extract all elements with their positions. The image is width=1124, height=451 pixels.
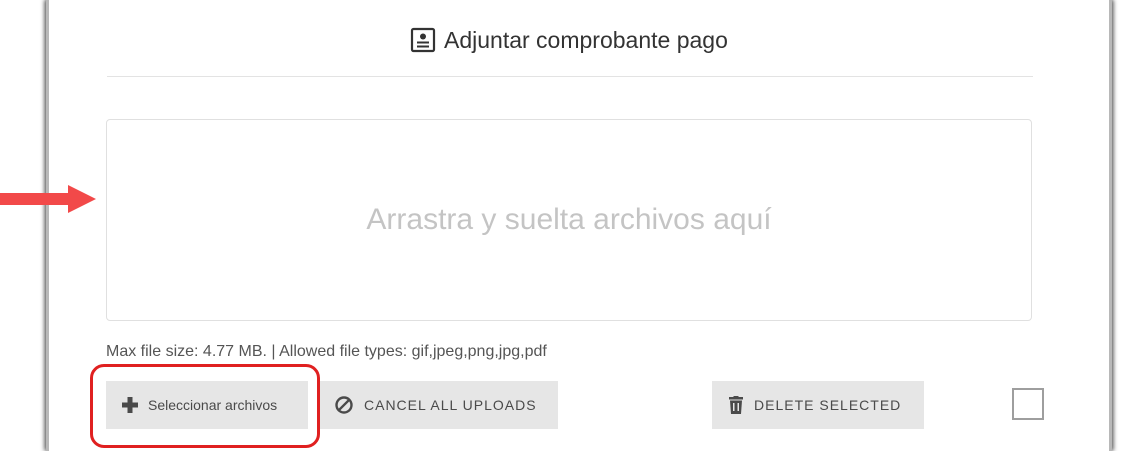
panel-border-left [46,0,49,451]
panel-title: Adjuntar comprobante pago [410,24,728,56]
document-icon [410,27,436,53]
file-limits-info: Max file size: 4.77 MB. | Allowed file t… [106,343,547,360]
title-divider [107,76,1033,77]
highlight-annotation [90,364,320,448]
panel-title-text: Adjuntar comprobante pago [444,26,728,53]
panel-border-right [1109,0,1112,451]
trash-icon [729,396,743,414]
delete-selected-button[interactable]: DELETE SELECTED [712,381,924,429]
drop-zone[interactable]: Arrastra y suelta archivos aquí [106,119,1032,321]
ban-icon [335,396,353,414]
cancel-all-uploads-label: CANCEL ALL UPLOADS [364,397,537,413]
delete-selected-label: DELETE SELECTED [754,397,902,413]
cancel-all-uploads-button[interactable]: CANCEL ALL UPLOADS [318,381,558,429]
arrow-annotation-icon [0,185,96,213]
drop-zone-text: Arrastra y suelta archivos aquí [366,203,772,236]
select-all-checkbox[interactable] [1012,388,1044,420]
